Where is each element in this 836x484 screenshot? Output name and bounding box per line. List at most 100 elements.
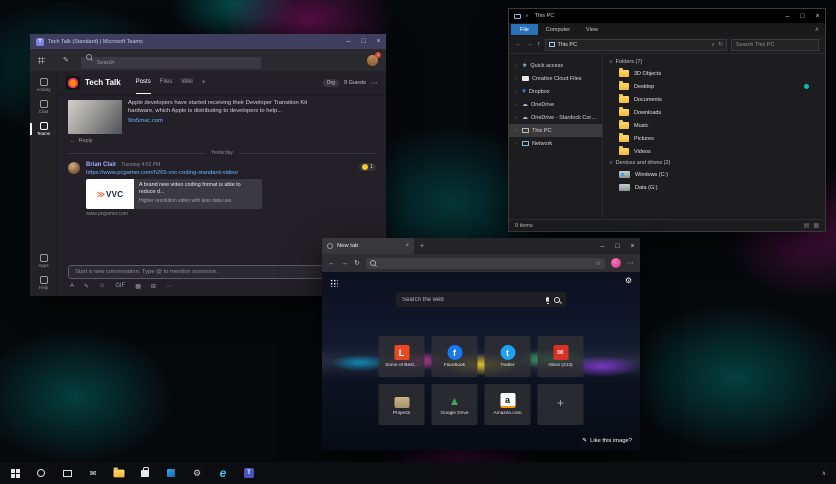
details-view-icon[interactable]: ▤ [804, 222, 810, 229]
sidebar-item-onedrive-stardock[interactable]: › ☁ OneDrive - Stardock Corporat [509, 111, 602, 124]
guest-count[interactable]: 9 Guests [344, 80, 366, 86]
sidebar-item-creative-cloud[interactable]: › Creative Cloud Files [509, 72, 602, 85]
profile-avatar[interactable] [611, 258, 621, 268]
tab-posts[interactable]: Posts [135, 71, 151, 94]
chevron-icon[interactable]: › [515, 141, 519, 147]
address-bar[interactable]: This PC ∨ ↻ [544, 38, 727, 51]
task-view-button[interactable] [54, 462, 80, 484]
explorer-titlebar[interactable]: ∨ This PC – □ × [509, 9, 825, 23]
site-tile-twitter[interactable]: t Twitter [484, 336, 531, 377]
minimize-button[interactable]: – [780, 9, 795, 23]
taskbar-teams-button[interactable]: T [236, 462, 262, 484]
message-link[interactable]: https://www.pcgamer.com/h265-vvc-coding-… [86, 170, 262, 176]
sidebar-item-help[interactable]: Help [30, 276, 57, 290]
new-tab-button[interactable]: + [414, 238, 430, 254]
quick-access-toolbar-icon[interactable]: ∨ [525, 13, 529, 19]
menu-view[interactable]: View [578, 24, 606, 35]
sticker-icon[interactable]: ▦ [135, 283, 141, 290]
app-launcher-icon[interactable] [38, 56, 45, 64]
like-image-prompt[interactable]: ✎ Like this image? [582, 438, 632, 444]
emoji-icon[interactable]: ☺ [99, 283, 105, 290]
group-header-folders[interactable]: ∨ Folders (7) [609, 59, 819, 65]
taskbar-settings-button[interactable]: ⚙ [184, 462, 210, 484]
taskbar-mail-button[interactable]: ✉ [80, 462, 106, 484]
taskbar-search-button[interactable] [28, 462, 54, 484]
chevron-icon[interactable]: › [515, 63, 519, 69]
taskbar-edge-button[interactable]: e [210, 462, 236, 484]
format-icon[interactable]: A [70, 283, 74, 290]
forward-button[interactable]: → [341, 260, 348, 267]
site-tile-some-of-best[interactable]: L Some of Best... [378, 336, 425, 377]
menu-file[interactable]: File [511, 24, 538, 35]
folder-item-documents[interactable]: Documents [609, 93, 819, 106]
folder-item-videos[interactable]: Videos [609, 145, 819, 158]
reply-button[interactable]: ← Reply [68, 138, 376, 144]
explorer-search-input[interactable] [731, 38, 819, 51]
close-button[interactable]: × [371, 34, 386, 49]
more-icon[interactable]: ⋯ [166, 283, 172, 290]
taskbar-photos-button[interactable] [158, 462, 184, 484]
new-chat-icon[interactable]: ✎ [63, 56, 69, 64]
folder-item-pictures[interactable]: Pictures [609, 132, 819, 145]
drive-item-windows-c[interactable]: Windows (C:) [609, 168, 819, 181]
refresh-icon[interactable]: ↻ [718, 41, 723, 48]
sidebar-item-dropbox[interactable]: › ◆ Dropbox [509, 85, 602, 98]
chevron-icon[interactable]: › [515, 76, 519, 82]
start-button[interactable] [2, 462, 28, 484]
attach-icon[interactable]: ✎ [84, 283, 89, 290]
meet-icon[interactable]: ⊞ [151, 283, 156, 290]
url-input[interactable] [378, 260, 593, 266]
link-preview-card[interactable]: ≫ VVC A brand new video coding format is… [86, 179, 262, 209]
sidebar-item-activity[interactable]: Activity [30, 78, 57, 92]
folder-item-3d-objects[interactable]: 3D Objects [609, 67, 819, 80]
back-button[interactable]: ← [515, 41, 522, 48]
favorites-star-icon[interactable]: ☆ [596, 260, 601, 267]
link-preview-image[interactable] [68, 100, 122, 134]
site-tile-facebook[interactable]: f Facebook [431, 336, 478, 377]
maximize-button[interactable]: □ [610, 238, 625, 254]
folder-item-downloads[interactable]: Downloads [609, 106, 819, 119]
sidebar-item-network[interactable]: › Network [509, 137, 602, 150]
search-input[interactable] [80, 57, 261, 69]
up-button[interactable]: ↑ [537, 41, 541, 48]
more-menu-icon[interactable]: ⋯ [627, 259, 634, 267]
message-author[interactable]: Brian Clair [86, 162, 116, 168]
apps-grid-icon[interactable] [330, 279, 338, 287]
address-dropdown-icon[interactable]: ∨ [711, 42, 715, 48]
team-avatar[interactable] [66, 75, 80, 90]
site-tile-google-drive[interactable]: ▲ Google Drive [431, 384, 478, 425]
breadcrumb[interactable]: This PC [558, 42, 578, 48]
icons-view-icon[interactable]: ▦ [813, 222, 819, 229]
site-tile-projects[interactable]: Projects [378, 384, 425, 425]
teams-titlebar[interactable]: T Tech Talk (Standard) | Microsoft Teams… [30, 34, 386, 49]
taskbar-store-button[interactable] [132, 462, 158, 484]
minimize-button[interactable]: – [341, 34, 356, 49]
chevron-icon[interactable]: › [515, 102, 519, 108]
search-icon[interactable] [554, 296, 560, 303]
avatar[interactable] [68, 162, 80, 174]
message-link[interactable]: 9to5mac.com [128, 118, 310, 126]
address-bar[interactable]: ☆ [365, 257, 605, 269]
microphone-icon[interactable] [546, 297, 549, 304]
forward-button[interactable]: → [526, 41, 533, 48]
tab-files[interactable]: Files [160, 71, 173, 94]
collapse-ribbon-icon[interactable]: ∧ [815, 26, 825, 33]
collapse-group-icon[interactable]: ∨ [609, 59, 613, 65]
minimize-button[interactable]: – [595, 238, 610, 254]
sidebar-item-apps[interactable]: Apps [30, 254, 57, 268]
maximize-button[interactable]: □ [795, 9, 810, 23]
gear-icon[interactable]: ⚙ [625, 276, 632, 285]
taskbar-file-explorer-button[interactable] [106, 462, 132, 484]
back-button[interactable]: ← [328, 260, 335, 267]
desktop[interactable]: T Tech Talk (Standard) | Microsoft Teams… [0, 0, 836, 484]
menu-computer[interactable]: Computer [538, 24, 578, 35]
sidebar-item-teams[interactable]: Teams [30, 122, 57, 136]
web-search-box[interactable] [396, 292, 566, 307]
more-options-icon[interactable]: ⋯ [371, 79, 378, 87]
chevron-icon[interactable]: › [515, 115, 519, 121]
web-search-input[interactable] [402, 296, 541, 303]
close-button[interactable]: × [625, 238, 640, 254]
reaction-badge[interactable]: 1 [359, 163, 376, 171]
site-tile-inbox[interactable]: ✉ Inbox (213) [537, 336, 584, 377]
giphy-icon[interactable]: GIF [115, 283, 125, 290]
